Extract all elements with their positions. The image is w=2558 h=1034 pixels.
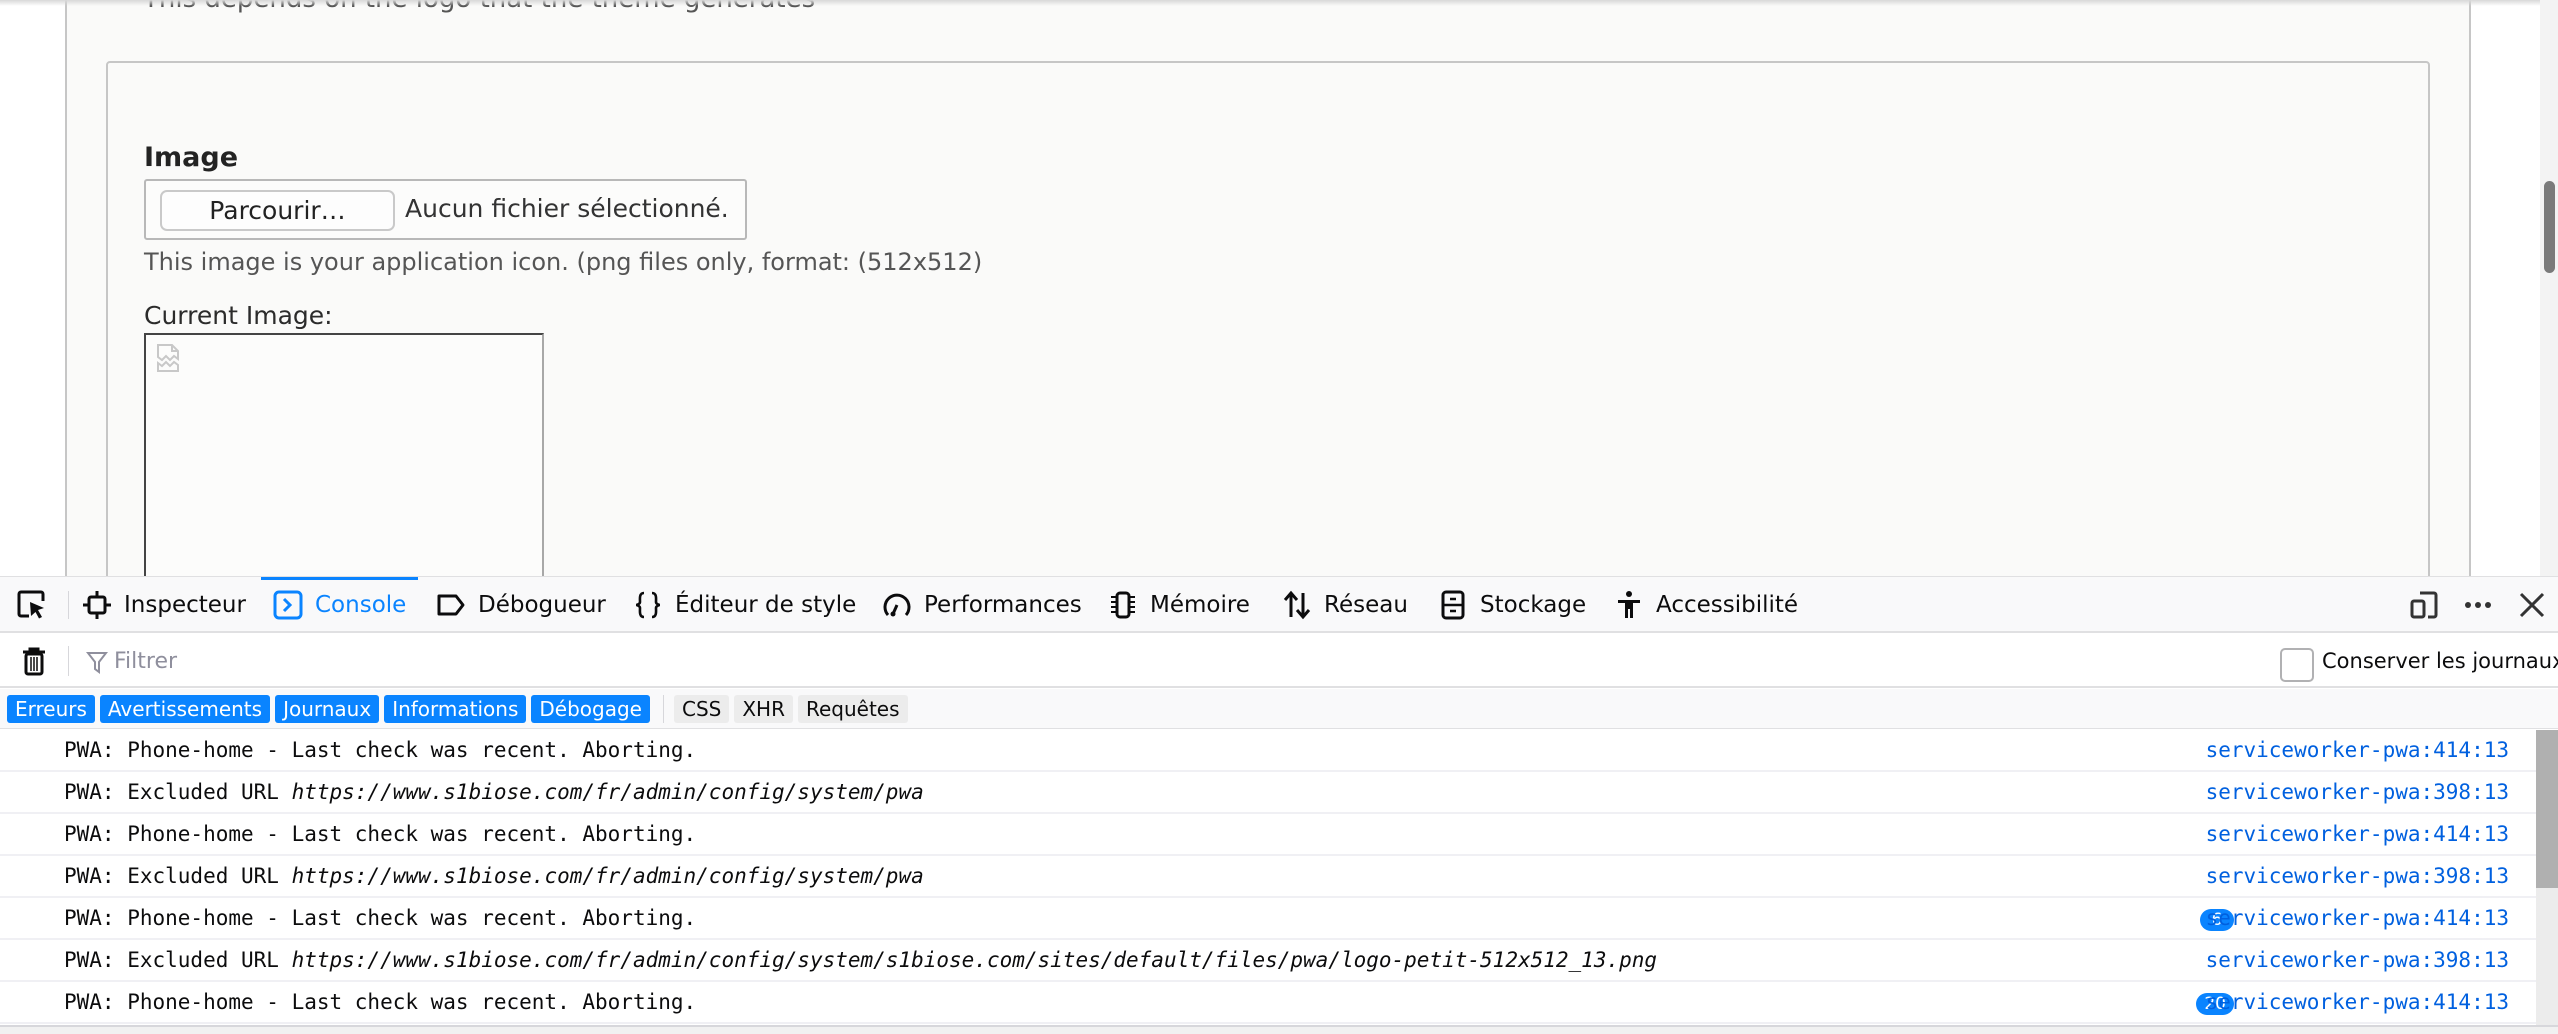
more-options-icon[interactable] xyxy=(2462,589,2494,621)
filter-requetes[interactable]: Requêtes xyxy=(797,694,908,723)
tab-label: Inspecteur xyxy=(124,592,246,618)
network-icon xyxy=(1283,590,1311,620)
file-input[interactable]: Parcourir… Aucun fichier sélectionné. xyxy=(144,179,747,240)
style-editor-icon xyxy=(635,591,661,619)
log-row[interactable]: PWA: Excluded URL https://www.s1biose.co… xyxy=(0,940,2536,982)
log-message: PWA: Excluded URL https://www.s1biose.co… xyxy=(64,864,924,888)
log-source-link[interactable]: serviceworker-pwa:398:13 xyxy=(2206,948,2509,972)
memory-icon xyxy=(1111,591,1135,619)
tab-accessibilite[interactable]: Accessibilité xyxy=(1614,577,1798,633)
storage-icon xyxy=(1441,590,1465,620)
console-scrollbar[interactable] xyxy=(2536,730,2558,1025)
web-page: This depends on the logo that the theme … xyxy=(0,0,2558,576)
log-row[interactable]: PWA: Phone-home - Last check was recent.… xyxy=(0,730,2536,772)
filter-icon xyxy=(86,652,108,674)
persist-logs-checkbox[interactable] xyxy=(2280,648,2314,682)
tab-label: Débogueur xyxy=(478,592,606,618)
image-field-label: Image xyxy=(144,142,239,173)
filter-journaux[interactable]: Journaux xyxy=(275,694,380,723)
tab-label: Performances xyxy=(924,592,1082,618)
persist-logs-label[interactable]: Conserver les journaux xyxy=(2322,649,2558,673)
no-file-selected-text: Aucun fichier sélectionné. xyxy=(405,194,729,223)
clear-console-icon[interactable] xyxy=(20,646,48,676)
log-source-link[interactable]: serviceworker-pwa:398:13 xyxy=(2206,780,2509,804)
page-scrollbar[interactable] xyxy=(2540,0,2558,576)
filter-xhr[interactable]: XHR xyxy=(734,694,793,723)
performance-icon xyxy=(883,593,911,617)
filter-separator xyxy=(68,646,69,676)
filter-informations[interactable]: Informations xyxy=(384,694,527,723)
tab-console[interactable]: Console xyxy=(260,577,419,633)
log-url-link[interactable]: https://www.s1biose.com/fr/admin/config/… xyxy=(292,864,924,888)
tab-reseau[interactable]: Réseau xyxy=(1282,577,1408,633)
log-level-filters: Erreurs Avertissements Journaux Informat… xyxy=(0,689,2558,729)
console-filter-bar: Conserver les journaux xyxy=(0,634,2558,688)
log-source-link[interactable]: serviceworker-pwa:414:13 xyxy=(2206,822,2509,846)
log-message: PWA: Phone-home - Last check was recent.… xyxy=(64,738,697,762)
tab-stockage[interactable]: Stockage xyxy=(1438,577,1586,633)
tab-label: Accessibilité xyxy=(1656,592,1799,618)
level-separator xyxy=(662,694,664,723)
accessibility-icon xyxy=(1618,591,1640,618)
tab-label: Éditeur de style xyxy=(675,592,857,618)
log-url-link[interactable]: https://www.s1biose.com/fr/admin/config/… xyxy=(292,780,924,804)
debugger-icon xyxy=(437,594,465,616)
filter-debogage[interactable]: Débogage xyxy=(531,694,650,723)
element-picker-icon[interactable] xyxy=(16,589,48,621)
log-url-link[interactable]: https://www.s1biose.com/fr/admin/config/… xyxy=(292,948,1657,972)
console-icon xyxy=(273,590,303,620)
console-output: PWA: Phone-home - Last check was recent.… xyxy=(0,730,2536,1025)
tab-label: Réseau xyxy=(1324,592,1408,618)
toolbar-separator xyxy=(68,591,69,619)
log-message: PWA: Excluded URL https://www.s1biose.co… xyxy=(64,780,924,804)
log-message: PWA: Excluded URL https://www.s1biose.co… xyxy=(64,948,1658,972)
log-message: PWA: Phone-home - Last check was recent.… xyxy=(64,822,697,846)
tab-label: Mémoire xyxy=(1150,592,1250,618)
tab-performances[interactable]: Performances xyxy=(882,577,1082,633)
devtools-bottom-edge xyxy=(0,1025,2558,1034)
browse-button[interactable]: Parcourir… xyxy=(160,190,395,231)
close-devtools-icon[interactable] xyxy=(2516,589,2548,621)
log-row[interactable]: PWA: Phone-home - Last check was recent.… xyxy=(0,982,2536,1024)
log-source-link[interactable]: serviceworker-pwa:414:13 xyxy=(2206,906,2509,930)
tab-label: Stockage xyxy=(1480,592,1587,618)
log-message: PWA: Phone-home - Last check was recent.… xyxy=(64,906,697,930)
tab-editeur-de-style[interactable]: Éditeur de style xyxy=(633,577,856,633)
tab-memoire[interactable]: Mémoire xyxy=(1108,577,1250,633)
filter-avertissements[interactable]: Avertissements xyxy=(99,694,271,723)
filter-input[interactable] xyxy=(114,644,1114,678)
log-row[interactable]: PWA: Phone-home - Last check was recent.… xyxy=(0,898,2536,940)
tab-inspecteur[interactable]: Inspecteur xyxy=(82,577,246,633)
toolbar-shadow xyxy=(0,0,2540,6)
current-image-preview xyxy=(144,333,544,576)
responsive-design-icon[interactable] xyxy=(2408,589,2440,621)
inspector-icon xyxy=(83,591,111,619)
log-row[interactable]: PWA: Excluded URL https://www.s1biose.co… xyxy=(0,772,2536,814)
devtools-panel: Inspecteur Console Débogueur Éditeur de … xyxy=(0,576,2558,1034)
log-source-link[interactable]: serviceworker-pwa:414:13 xyxy=(2206,738,2509,762)
image-field-description: This image is your application icon. (pn… xyxy=(144,248,983,276)
log-source-link[interactable]: serviceworker-pwa:398:13 xyxy=(2206,864,2509,888)
log-source-link[interactable]: serviceworker-pwa:414:13 xyxy=(2206,990,2509,1014)
page-scrollbar-thumb[interactable] xyxy=(2544,181,2555,273)
current-image-label: Current Image: xyxy=(144,301,333,330)
tab-label: Console xyxy=(315,592,407,618)
console-scrollbar-thumb[interactable] xyxy=(2536,730,2558,888)
tab-debogueur[interactable]: Débogueur xyxy=(436,577,606,633)
log-row[interactable]: PWA: Excluded URL https://www.s1biose.co… xyxy=(0,856,2536,898)
broken-image-icon xyxy=(157,344,179,372)
devtools-toolbar: Inspecteur Console Débogueur Éditeur de … xyxy=(0,577,2558,633)
log-message: PWA: Phone-home - Last check was recent.… xyxy=(64,990,697,1014)
filter-erreurs[interactable]: Erreurs xyxy=(7,694,95,723)
log-row[interactable]: PWA: Phone-home - Last check was recent.… xyxy=(0,814,2536,856)
filter-css[interactable]: CSS xyxy=(673,694,730,723)
